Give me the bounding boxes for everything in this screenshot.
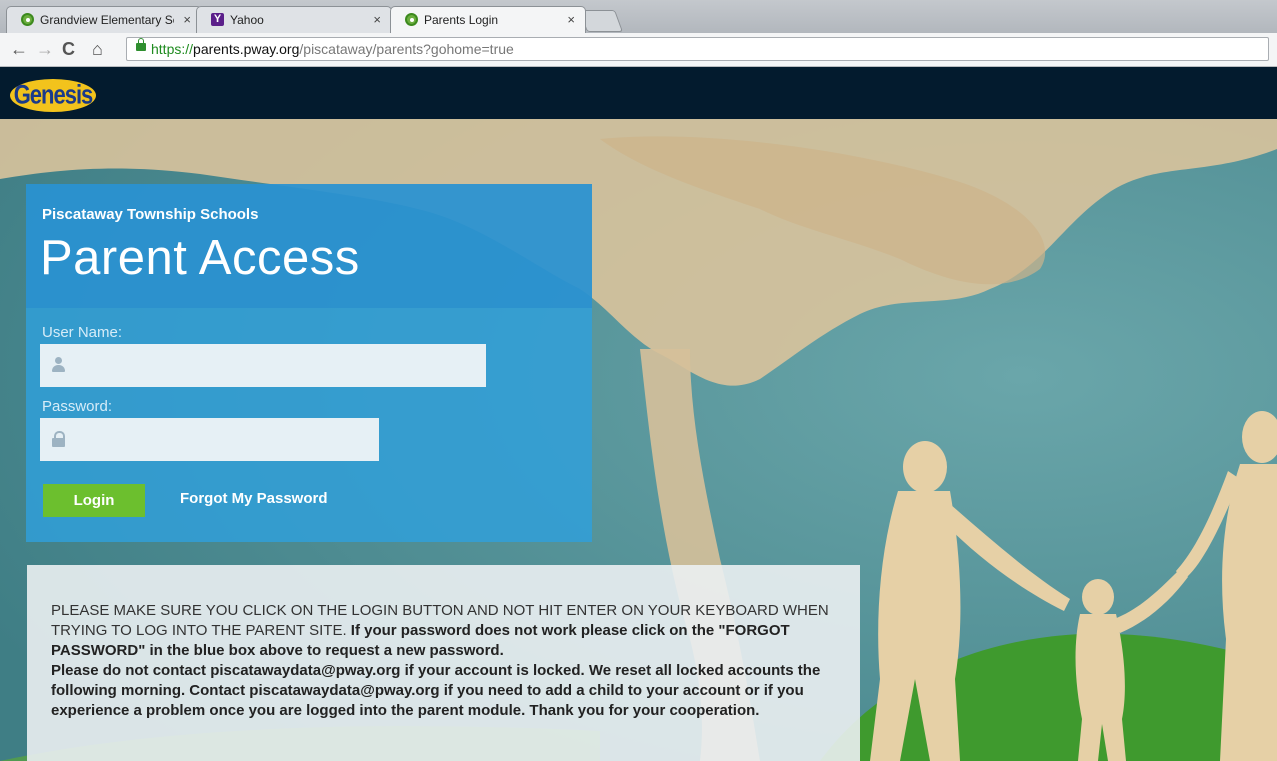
tab-yahoo[interactable]: Y Yahoo × xyxy=(196,6,392,33)
lock-icon xyxy=(52,431,65,447)
password-label: Password: xyxy=(42,398,113,415)
tab-parents-login[interactable]: Parents Login × xyxy=(390,6,586,33)
browser-toolbar: ← → C ⌂ https://parents.pway.org/piscata… xyxy=(0,33,1277,67)
login-header: Piscataway Township Schools Parent Acces… xyxy=(26,184,592,308)
yahoo-favicon-icon: Y xyxy=(211,13,224,26)
notice-text: PLEASE MAKE SURE YOU CLICK ON THE LOGIN … xyxy=(51,602,829,719)
site-header: Genesis xyxy=(0,67,1277,119)
page-content: Genesis Piscataway Township Schools Pare… xyxy=(0,67,1277,761)
login-button[interactable]: Login xyxy=(43,484,145,517)
genesis-favicon-icon xyxy=(21,13,34,26)
forgot-password-link[interactable]: Forgot My Password xyxy=(180,490,328,507)
lock-icon xyxy=(136,38,146,51)
address-bar[interactable]: https://parents.pway.org/piscataway/pare… xyxy=(126,37,1269,61)
username-field[interactable] xyxy=(40,344,486,387)
tab-close-icon[interactable]: × xyxy=(567,12,575,27)
home-icon[interactable]: ⌂ xyxy=(92,39,103,59)
genesis-favicon-icon xyxy=(405,13,418,26)
reload-icon[interactable]: C xyxy=(62,39,75,59)
browser-tab-strip: Grandview Elementary Sch × Y Yahoo × Par… xyxy=(0,0,1277,33)
tab-close-icon[interactable]: × xyxy=(183,12,191,27)
user-icon xyxy=(52,357,65,373)
back-arrow-icon[interactable]: ← xyxy=(10,39,28,59)
username-label: User Name: xyxy=(42,324,123,341)
notice-panel: PLEASE MAKE SURE YOU CLICK ON THE LOGIN … xyxy=(27,565,860,761)
tab-label: Yahoo xyxy=(230,13,264,27)
tab-grandview[interactable]: Grandview Elementary Sch × xyxy=(6,6,202,33)
tab-label: Parents Login xyxy=(424,13,499,27)
tab-close-icon[interactable]: × xyxy=(373,12,381,27)
district-name: Piscataway Township Schools xyxy=(42,206,259,223)
genesis-logo[interactable]: Genesis xyxy=(10,79,96,112)
url-text: https://parents.pway.org/piscataway/pare… xyxy=(151,41,514,57)
forward-arrow-icon[interactable]: → xyxy=(36,39,54,59)
password-field[interactable] xyxy=(40,418,379,461)
tab-label: Grandview Elementary Sch xyxy=(40,13,174,27)
login-panel: Piscataway Township Schools Parent Acces… xyxy=(26,184,592,542)
page-title: Parent Access xyxy=(40,231,360,285)
